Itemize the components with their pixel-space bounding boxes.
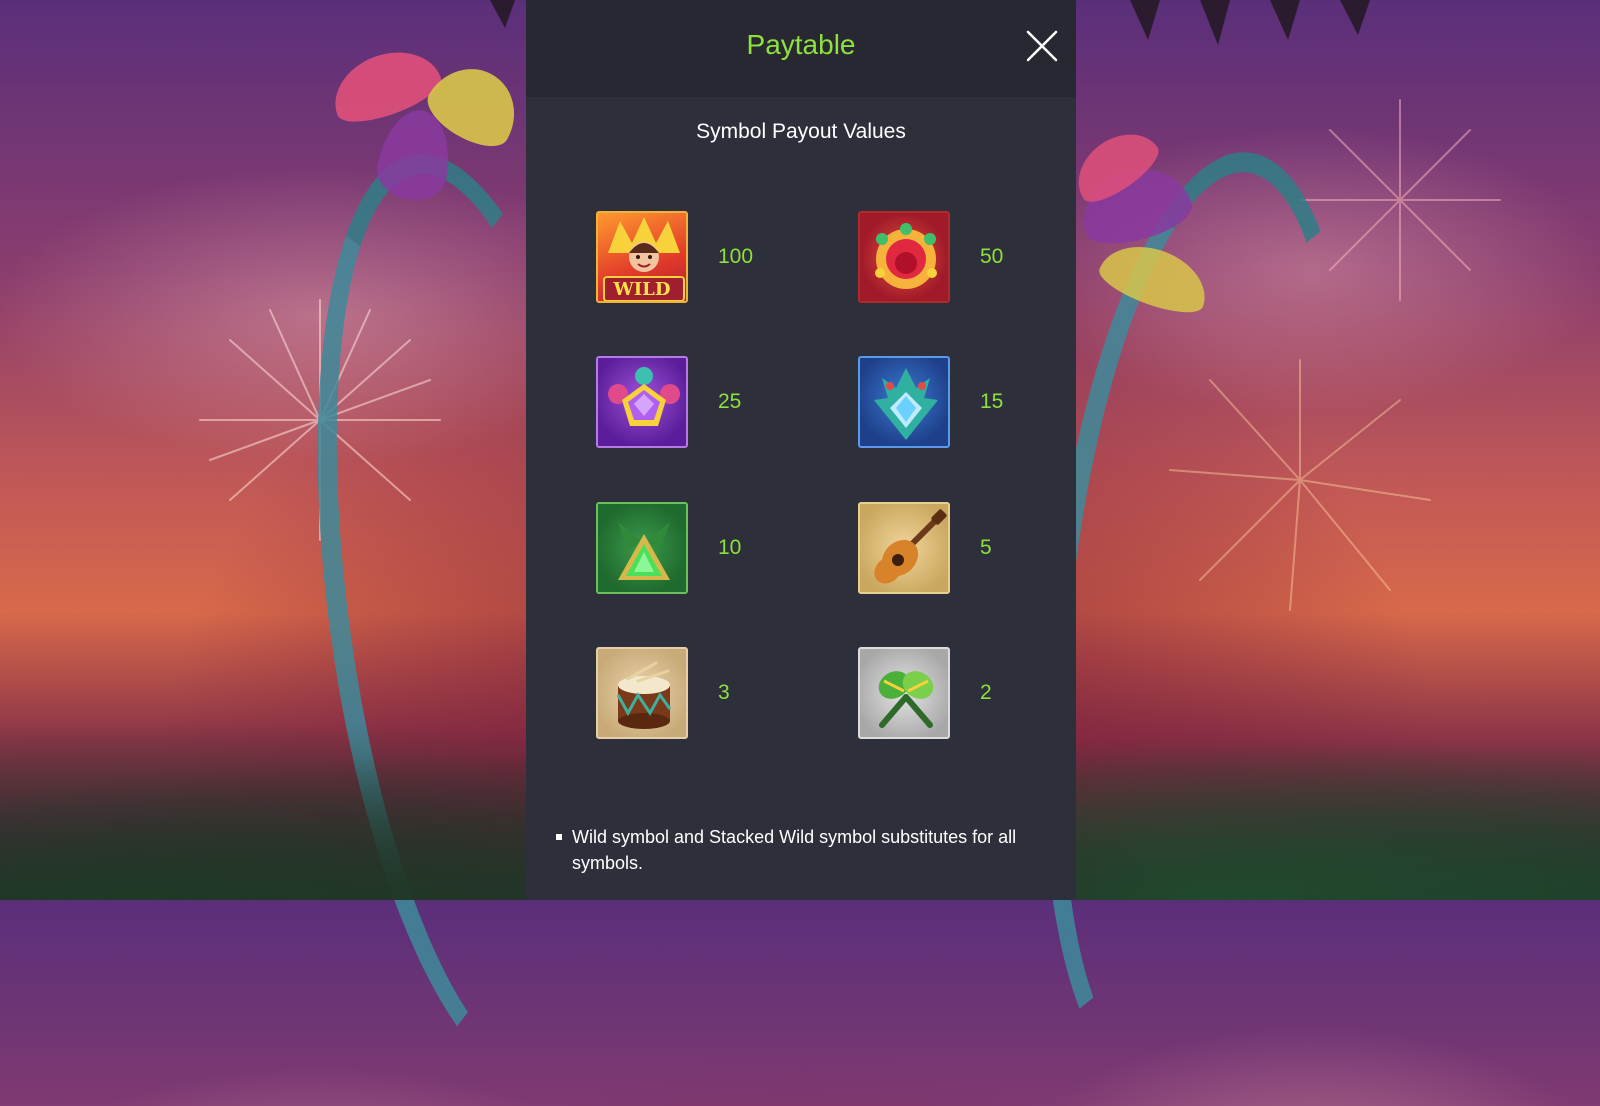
bullet-icon — [556, 834, 562, 840]
symbol-row-item: WILD 100 — [596, 211, 816, 307]
wild-label: WILD — [613, 279, 671, 300]
wild-rule-text: Wild symbol and Stacked Wild symbol subs… — [572, 827, 1017, 873]
payout-value: 10 — [718, 536, 742, 559]
guitar-icon — [858, 502, 950, 594]
payout-value: 25 — [718, 390, 742, 413]
payout-value: 2 — [980, 681, 992, 704]
payout-value: 5 — [980, 536, 992, 559]
green-gem-icon — [596, 502, 688, 594]
symbol-row-item: 10 — [596, 502, 816, 598]
maracas-icon — [858, 647, 950, 739]
payout-value: 50 — [980, 245, 1004, 268]
symbol-row-item: 5 — [858, 502, 1078, 598]
symbol-row-item: 50 — [858, 211, 1078, 307]
symbol-payout-grid: WILD 100 50 25 15 10 5 3 2 — [526, 0, 1076, 760]
red-headdress-icon — [858, 211, 950, 303]
blue-gem-icon — [858, 356, 950, 448]
symbol-row-item: 25 — [596, 356, 816, 452]
symbol-row-item: 3 — [596, 647, 816, 743]
paytable-panel: Paytable Symbol Payout Values WILD 100 5… — [526, 0, 1076, 900]
wild-dancer-icon: WILD — [596, 211, 688, 303]
symbol-row-item: 15 — [858, 356, 1078, 452]
drum-icon — [596, 647, 688, 739]
symbol-row-item: 2 — [858, 647, 1078, 743]
purple-gem-icon — [596, 356, 688, 448]
payout-value: 3 — [718, 681, 730, 704]
payout-value: 100 — [718, 245, 754, 268]
payout-value: 15 — [980, 390, 1004, 413]
wild-rule-note: Wild symbol and Stacked Wild symbol subs… — [556, 824, 1036, 876]
